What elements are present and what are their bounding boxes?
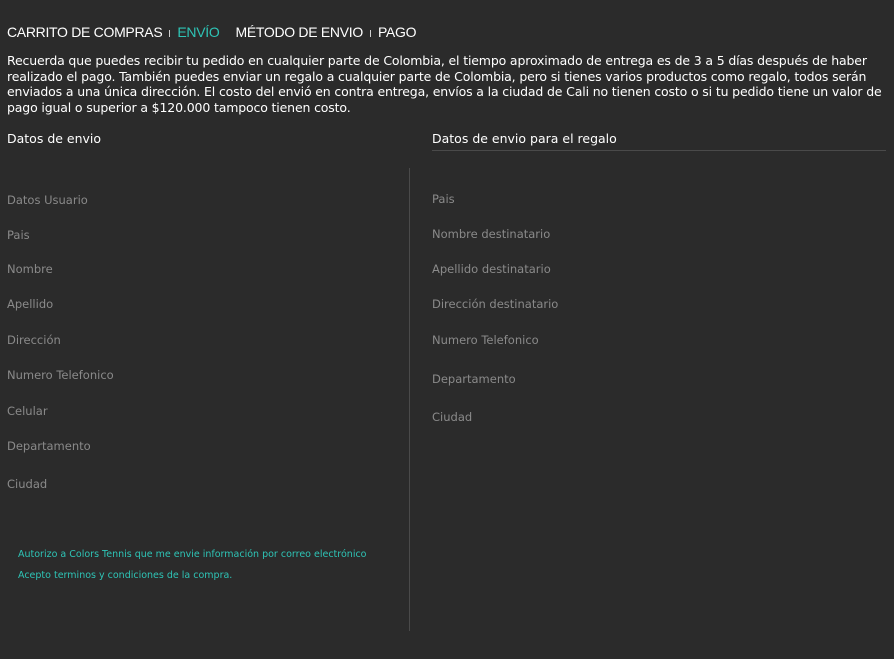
gift-field-recipient-name[interactable]: Nombre destinatario: [432, 227, 550, 241]
field-phone[interactable]: Numero Telefonico: [7, 368, 114, 382]
gift-field-recipient-lastname[interactable]: Apellido destinatario: [432, 262, 551, 276]
step-shipping[interactable]: ENVÍO: [177, 24, 219, 40]
terms-checkbox[interactable]: Acepto terminos y condiciones de la comp…: [18, 570, 232, 581]
step-cart[interactable]: CARRITO DE COMPRAS: [7, 24, 163, 40]
email-consent-checkbox[interactable]: Autorizo a Colors Tennis que me envie in…: [18, 549, 367, 560]
field-user-data: Datos Usuario: [7, 193, 88, 207]
field-address[interactable]: Dirección: [7, 333, 61, 347]
gift-field-city[interactable]: Ciudad: [432, 410, 472, 424]
field-city[interactable]: Ciudad: [7, 477, 47, 491]
column-divider: [409, 168, 410, 631]
gift-section-title: Datos de envio para el regalo: [432, 131, 617, 146]
field-department[interactable]: Departamento: [7, 439, 91, 453]
shipping-section-title: Datos de envio: [7, 131, 102, 146]
shipping-info-text: Recuerda que puedes recibir tu pedido en…: [7, 53, 882, 115]
field-mobile[interactable]: Celular: [7, 404, 48, 418]
step-separator: [369, 29, 371, 37]
gift-field-department[interactable]: Departamento: [432, 372, 516, 386]
gift-field-country[interactable]: Pais: [432, 192, 455, 206]
field-country[interactable]: Pais: [7, 228, 30, 242]
step-shipping-method[interactable]: MÉTODO DE ENVIO: [235, 24, 363, 40]
checkout-steps: CARRITO DE COMPRAS ENVÍO MÉTODO DE ENVIO…: [7, 24, 416, 40]
gift-field-recipient-address[interactable]: Dirección destinatario: [432, 297, 558, 311]
gift-field-phone[interactable]: Numero Telefonico: [432, 333, 539, 347]
field-name[interactable]: Nombre: [7, 262, 53, 276]
gift-section-divider: [432, 150, 886, 151]
step-separator: [169, 29, 171, 37]
field-lastname[interactable]: Apellido: [7, 297, 53, 311]
step-payment[interactable]: PAGO: [378, 24, 417, 40]
